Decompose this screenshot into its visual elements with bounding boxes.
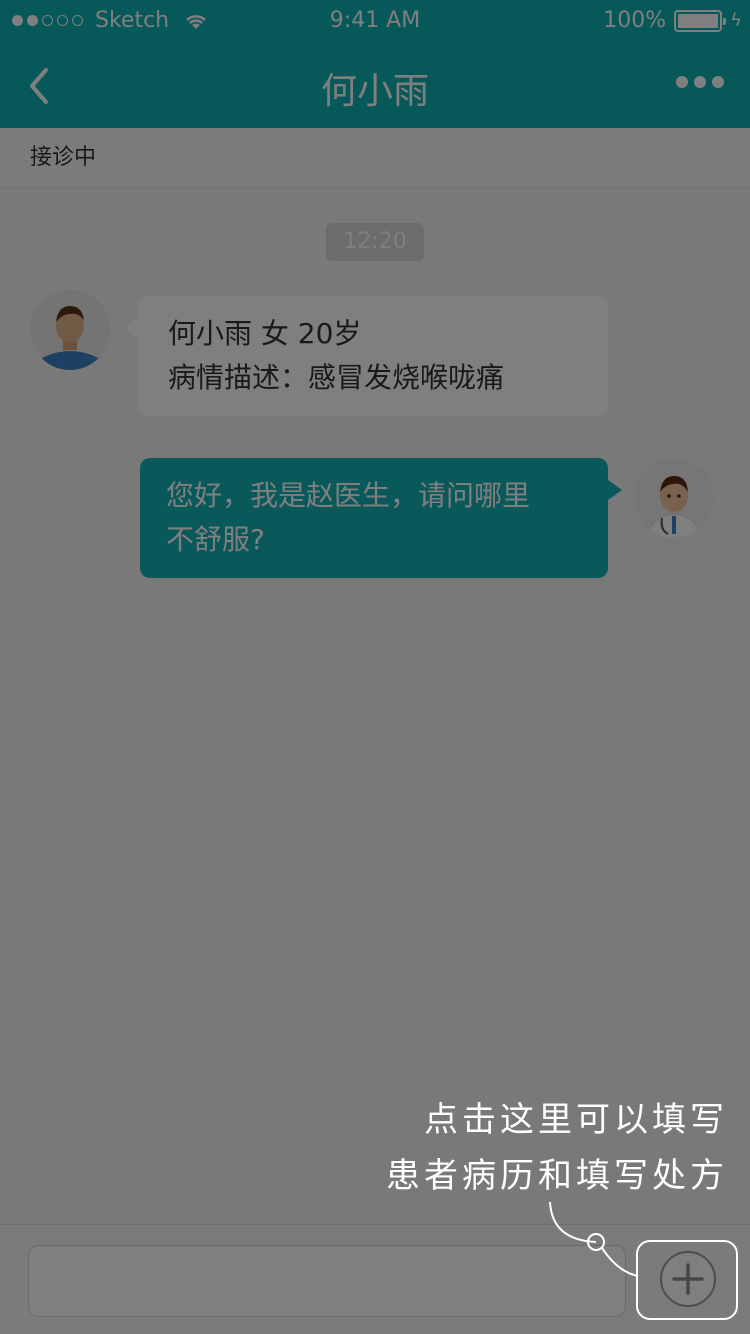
patient-avatar[interactable] xyxy=(30,290,110,370)
more-options-icon[interactable] xyxy=(676,76,724,88)
consultation-status: 接诊中 xyxy=(30,145,97,170)
tutorial-hint: 点击这里可以填写 患者病历和填写处方 xyxy=(386,1092,728,1204)
hint-line: 患者病历和填写处方 xyxy=(386,1156,728,1196)
top-bar: Sketch 9:41 AM 100% ϟ 何小雨 xyxy=(0,0,750,128)
hint-line: 点击这里可以填写 xyxy=(424,1100,728,1140)
pointer-curve-icon xyxy=(549,1201,639,1277)
patient-message-bubble: 何小雨 女 20岁 病情描述：感冒发烧喉咙痛 xyxy=(124,296,608,416)
nav-bar: 何小雨 xyxy=(0,44,750,128)
battery-percent: 100% xyxy=(603,8,667,33)
battery-status: 100% ϟ xyxy=(603,8,742,33)
doctor-avatar-icon xyxy=(634,458,714,538)
doctor-message-bubble: 您好，我是赵医生，请问哪里 不舒服? xyxy=(140,458,622,578)
patient-avatar-icon xyxy=(30,290,110,370)
consultation-status-bar: 接诊中 xyxy=(0,128,750,188)
patient-info-line: 何小雨 女 20岁 xyxy=(168,317,362,350)
status-bar: Sketch 9:41 AM 100% ϟ xyxy=(0,0,750,44)
time-divider: 12:20 xyxy=(326,223,424,261)
doctor-message-line: 您好，我是赵医生，请问哪里 xyxy=(166,479,531,512)
message-input[interactable] xyxy=(28,1245,626,1317)
patient-description-line: 病情描述：感冒发烧喉咙痛 xyxy=(168,361,505,394)
doctor-avatar[interactable] xyxy=(634,458,714,538)
charging-bolt-icon: ϟ xyxy=(730,10,742,31)
page-title: 何小雨 xyxy=(320,71,429,112)
battery-icon xyxy=(674,9,727,32)
doctor-message-line: 不舒服? xyxy=(166,523,265,556)
